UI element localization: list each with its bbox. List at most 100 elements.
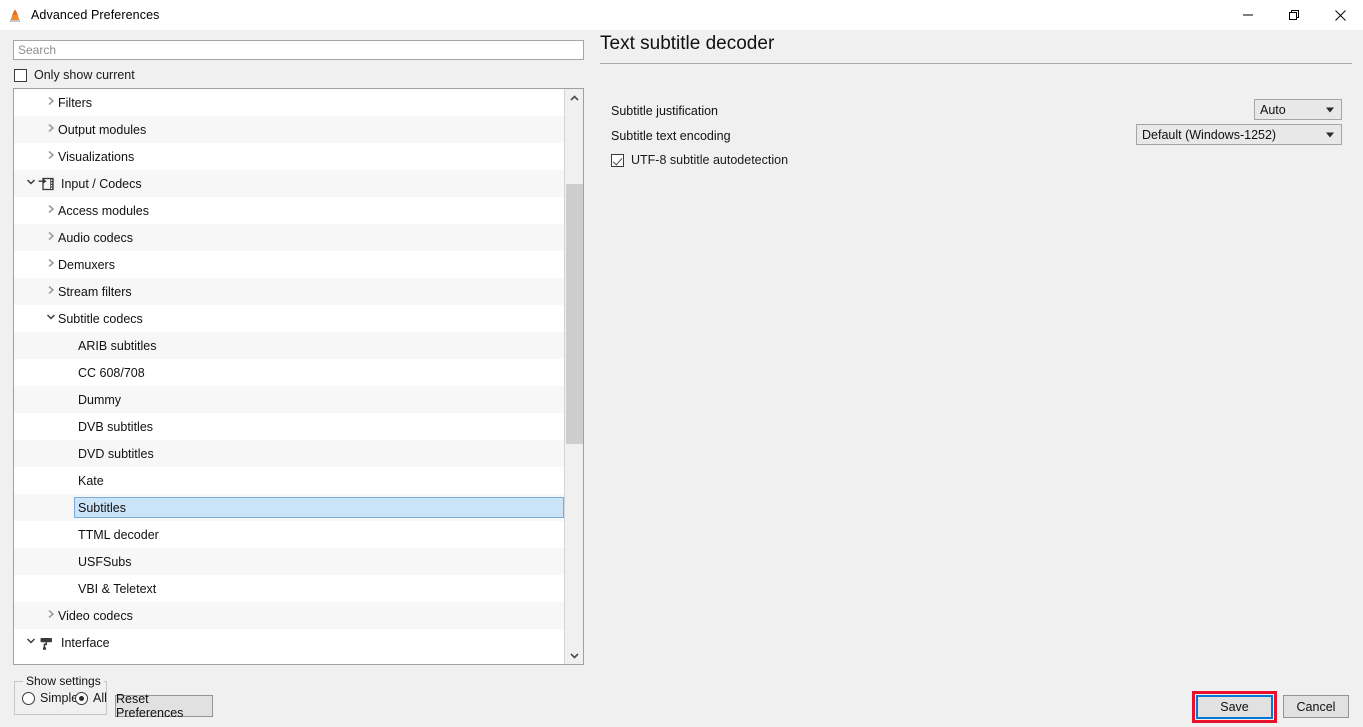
film-strip-icon <box>38 176 56 192</box>
tree-item-usfsubs[interactable]: USFSubs <box>14 548 564 575</box>
subtitle-text-encoding-value: Default (Windows-1252) <box>1142 127 1277 142</box>
tree-item-label: Interface <box>61 635 110 650</box>
chevron-right-icon[interactable] <box>44 150 58 163</box>
tree-item-label: Kate <box>78 473 104 488</box>
only-show-current-checkbox[interactable] <box>14 68 27 82</box>
tree-item-content: Demuxers <box>44 258 115 272</box>
tree-item-label: Video codecs <box>58 608 133 623</box>
tree-item-cc-608-708[interactable]: CC 608/708 <box>14 359 564 386</box>
window-controls <box>1225 0 1363 30</box>
subtitle-text-encoding-dropdown[interactable]: Default (Windows-1252) <box>1136 124 1342 145</box>
tree-item-label: Access modules <box>58 203 150 218</box>
search-input[interactable] <box>13 40 584 60</box>
tree-item-content: DVB subtitles <box>78 420 153 434</box>
tree-item-label: Audio codecs <box>58 230 134 245</box>
paint-roller-icon <box>38 635 56 651</box>
chevron-right-icon[interactable] <box>44 96 58 109</box>
only-show-current-row[interactable]: Only show current <box>14 68 135 82</box>
chevron-right-icon[interactable] <box>44 123 58 136</box>
tree-item-subtitle-codecs[interactable]: Subtitle codecs <box>14 305 564 332</box>
radio-all-label: All <box>93 691 107 705</box>
tree-vertical-scrollbar[interactable] <box>564 89 583 664</box>
tree-item-access-modules[interactable]: Access modules <box>14 197 564 224</box>
tree-item-label: Input / Codecs <box>61 176 142 191</box>
tree-item-content: Visualizations <box>44 150 134 164</box>
tree-item-label: Subtitles <box>78 500 126 515</box>
save-button[interactable]: Save <box>1196 695 1273 719</box>
cancel-button[interactable]: Cancel <box>1283 695 1349 718</box>
show-settings-legend: Show settings <box>23 674 104 688</box>
tree-item-content: CC 608/708 <box>78 366 145 380</box>
tree-item-content: TTML decoder <box>78 528 159 542</box>
subtitle-text-encoding-label: Subtitle text encoding <box>611 129 731 143</box>
tree-item-content: DVD subtitles <box>78 447 154 461</box>
chevron-right-icon[interactable] <box>44 204 58 217</box>
chevron-down-icon[interactable] <box>44 313 58 324</box>
minimize-icon[interactable] <box>1225 0 1271 30</box>
title-bar: Advanced Preferences <box>0 0 1363 30</box>
tree-item-label: Demuxers <box>58 257 115 272</box>
utf8-autodetection-row[interactable]: UTF-8 subtitle autodetection <box>611 153 788 167</box>
tree-item-dvd-subtitles[interactable]: DVD subtitles <box>14 440 564 467</box>
chevron-right-icon[interactable] <box>44 231 58 244</box>
tree-item-label: Visualizations <box>58 149 135 164</box>
reset-preferences-button[interactable]: Reset Preferences <box>115 692 213 720</box>
close-icon[interactable] <box>1317 0 1363 30</box>
tree-item-content: Dummy <box>78 393 121 407</box>
radio-all-indicator[interactable] <box>75 691 88 705</box>
chevron-up-icon[interactable] <box>565 89 583 107</box>
chevron-down-icon <box>1326 107 1334 112</box>
tree-item-content: Audio codecs <box>44 231 133 245</box>
tree-item-content: Subtitles <box>74 497 564 518</box>
radio-all[interactable]: All <box>70 691 107 705</box>
vlc-cone-icon <box>7 7 23 23</box>
subtitle-justification-dropdown[interactable]: Auto <box>1254 99 1342 120</box>
chevron-right-icon[interactable] <box>44 285 58 298</box>
tree-item-demuxers[interactable]: Demuxers <box>14 251 564 278</box>
tree-item-content: Kate <box>78 474 104 488</box>
tree-item-stream-filters[interactable]: Stream filters <box>14 278 564 305</box>
tree-item-interface[interactable]: Interface <box>14 629 564 656</box>
tree-item-content: VBI & Teletext <box>78 582 156 596</box>
tree-item-filters[interactable]: Filters <box>14 89 564 116</box>
show-settings-group: Show settings Simple All <box>14 674 107 715</box>
subtitle-justification-label: Subtitle justification <box>611 104 719 118</box>
tree-item-output-modules[interactable]: Output modules <box>14 116 564 143</box>
tree-item-content: Stream filters <box>44 285 132 299</box>
preferences-tree[interactable]: Filters Output modules Visualizations Input… <box>14 89 564 664</box>
page-title: Text subtitle decoder <box>600 33 775 54</box>
tree-item-content: Output modules <box>44 123 146 137</box>
tree-item-video-codecs[interactable]: Video codecs <box>14 602 564 629</box>
title-divider <box>600 63 1352 64</box>
chevron-down-icon <box>1326 132 1334 137</box>
tree-item-input-codecs[interactable]: Input / Codecs <box>14 170 564 197</box>
tree-item-audio-codecs[interactable]: Audio codecs <box>14 224 564 251</box>
tree-item-subtitles[interactable]: Subtitles <box>14 494 564 521</box>
restore-icon[interactable] <box>1271 0 1317 30</box>
chevron-right-icon[interactable] <box>44 258 58 271</box>
chevron-right-icon[interactable] <box>44 609 58 622</box>
utf8-autodetection-checkbox[interactable] <box>611 153 624 167</box>
tree-item-content: Interface <box>24 635 110 651</box>
scrollbar-thumb[interactable] <box>566 184 583 444</box>
preferences-tree-panel: Filters Output modules Visualizations Input… <box>13 88 584 665</box>
tree-item-content: Subtitle codecs <box>44 312 143 326</box>
tree-item-label: DVB subtitles <box>78 419 154 434</box>
chevron-down-icon[interactable] <box>24 178 38 189</box>
tree-item-dummy[interactable]: Dummy <box>14 386 564 413</box>
chevron-down-icon[interactable] <box>565 646 583 664</box>
tree-item-kate[interactable]: Kate <box>14 467 564 494</box>
tree-item-ttml-decoder[interactable]: TTML decoder <box>14 521 564 548</box>
tree-item-content: Input / Codecs <box>24 176 142 192</box>
tree-item-content: USFSubs <box>78 555 132 569</box>
tree-item-dvb-subtitles[interactable]: DVB subtitles <box>14 413 564 440</box>
chevron-down-icon[interactable] <box>24 637 38 648</box>
window-title: Advanced Preferences <box>31 8 160 22</box>
tree-item-label: VBI & Teletext <box>78 581 157 596</box>
tree-item-label: Filters <box>58 95 93 110</box>
utf8-autodetection-label: UTF-8 subtitle autodetection <box>631 153 789 167</box>
tree-item-visualizations[interactable]: Visualizations <box>14 143 564 170</box>
tree-item-arib-subtitles[interactable]: ARIB subtitles <box>14 332 564 359</box>
tree-item-vbi-teletext[interactable]: VBI & Teletext <box>14 575 564 602</box>
radio-simple-indicator[interactable] <box>22 691 35 705</box>
